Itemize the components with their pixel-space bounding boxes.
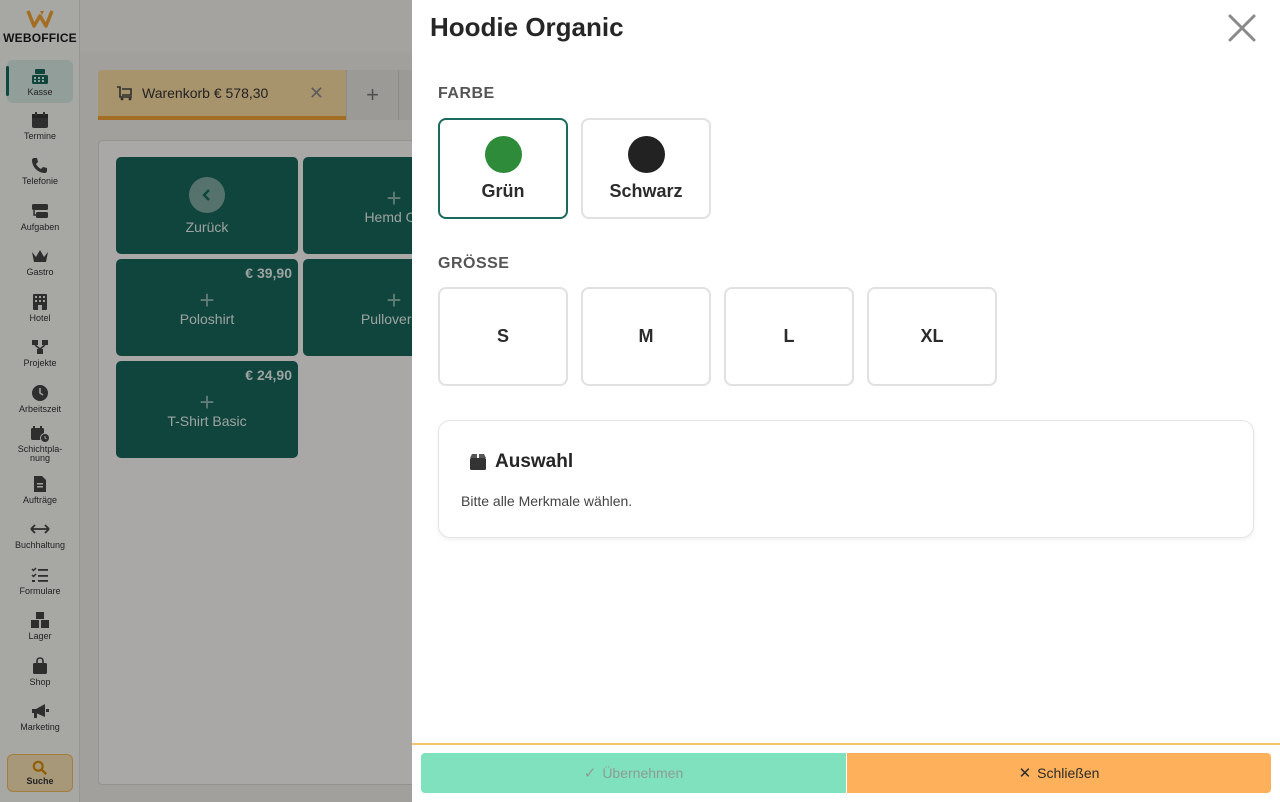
size-section-label: GRÖSSE	[438, 255, 510, 272]
apply-button[interactable]: ✓ Übernehmen	[421, 753, 846, 793]
size-option-m[interactable]: M	[581, 287, 711, 386]
color-section-label: FARBE	[438, 85, 495, 102]
color-swatch	[627, 135, 665, 173]
footer-divider	[412, 743, 1280, 745]
size-option-s[interactable]: S	[438, 287, 568, 386]
selection-summary: Auswahl Bitte alle Merkmale wählen.	[438, 420, 1254, 538]
color-option-label: Schwarz	[609, 180, 683, 201]
modal-title: Hoodie Organic	[430, 12, 624, 42]
size-option-l[interactable]: L	[724, 287, 854, 386]
close-icon: ✕	[1018, 765, 1032, 782]
check-icon: ✓	[583, 765, 597, 782]
color-option-schwarz[interactable]: Schwarz	[581, 118, 711, 219]
size-option-xl[interactable]: XL	[867, 287, 997, 386]
close-button[interactable]: ✕ Schließen	[847, 753, 1271, 793]
color-option-label: Grün	[481, 180, 525, 201]
summary-text: Bitte alle Merkmale wählen.	[461, 493, 633, 509]
variant-modal: Hoodie Organic FARBE Grün Schwarz GRÖSSE…	[412, 0, 1280, 802]
box-icon	[470, 454, 486, 470]
color-option-gruen[interactable]: Grün	[438, 118, 568, 219]
close-icon[interactable]	[1226, 12, 1258, 44]
summary-header: Auswahl	[469, 451, 573, 473]
close-button-label: Schließen	[1037, 765, 1100, 781]
modal-backdrop[interactable]	[0, 0, 412, 802]
apply-button-label: Übernehmen	[602, 765, 684, 781]
summary-title: Auswahl	[495, 451, 574, 472]
color-swatch	[484, 135, 522, 173]
